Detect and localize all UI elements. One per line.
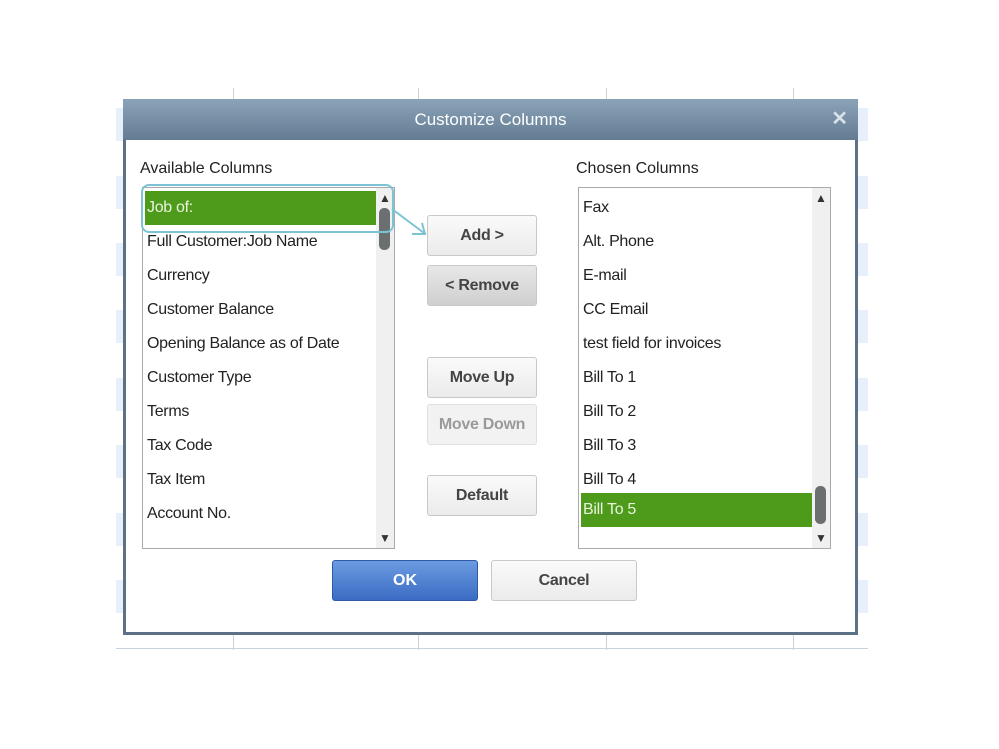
list-item[interactable]: Tax Item [145, 463, 205, 497]
chosen-columns-list[interactable]: Fax Alt. Phone E-mail CC Email test fiel… [578, 187, 831, 549]
list-item[interactable]: Alt. Phone [581, 225, 654, 259]
list-item[interactable]: Terms [145, 395, 189, 429]
available-columns-label: Available Columns [140, 160, 273, 177]
ok-button[interactable]: OK [332, 560, 478, 601]
scrollbar[interactable]: ▲ ▼ [376, 188, 394, 548]
list-item[interactable]: Bill To 1 [581, 361, 636, 395]
list-item[interactable]: Bill To 5 [581, 493, 812, 527]
list-item[interactable]: Currency [145, 259, 210, 293]
list-item[interactable]: test field for invoices [581, 327, 721, 361]
chosen-columns-label: Chosen Columns [576, 160, 699, 177]
scrollbar[interactable]: ▲ ▼ [812, 188, 830, 548]
close-icon[interactable]: ✕ [831, 99, 848, 140]
customize-columns-dialog: Customize Columns ✕ Available Columns Ch… [123, 99, 858, 635]
add-button[interactable]: Add > [427, 215, 537, 256]
list-item[interactable]: Customer Type [145, 361, 252, 395]
list-item[interactable]: Fax [581, 191, 609, 225]
list-item[interactable]: Bill To 2 [581, 395, 636, 429]
list-item[interactable]: CC Email [581, 293, 648, 327]
move-up-button[interactable]: Move Up [427, 357, 537, 398]
available-columns-list[interactable]: Job of: Full Customer:Job Name Currency … [142, 187, 395, 549]
list-item[interactable]: Bill To 4 [581, 463, 636, 497]
remove-button[interactable]: < Remove [427, 265, 537, 306]
cancel-button[interactable]: Cancel [491, 560, 637, 601]
scroll-thumb[interactable] [815, 486, 826, 524]
list-item[interactable]: Tax Code [145, 429, 213, 463]
scroll-up-icon[interactable]: ▲ [815, 191, 827, 205]
dialog-title-bar[interactable]: Customize Columns ✕ [123, 99, 858, 140]
dialog-title: Customize Columns [414, 110, 567, 129]
list-item[interactable]: Opening Balance as of Date [145, 327, 340, 361]
list-item[interactable]: Account No. [145, 497, 231, 531]
scroll-down-icon[interactable]: ▼ [379, 531, 391, 545]
move-down-button: Move Down [427, 404, 537, 445]
highlight-annotation [141, 184, 394, 233]
list-item[interactable]: Customer Balance [145, 293, 274, 327]
list-item[interactable]: Bill To 3 [581, 429, 636, 463]
scroll-down-icon[interactable]: ▼ [815, 531, 827, 545]
list-item[interactable]: E-mail [581, 259, 627, 293]
default-button[interactable]: Default [427, 475, 537, 516]
annotation-arrow-icon [391, 208, 427, 235]
